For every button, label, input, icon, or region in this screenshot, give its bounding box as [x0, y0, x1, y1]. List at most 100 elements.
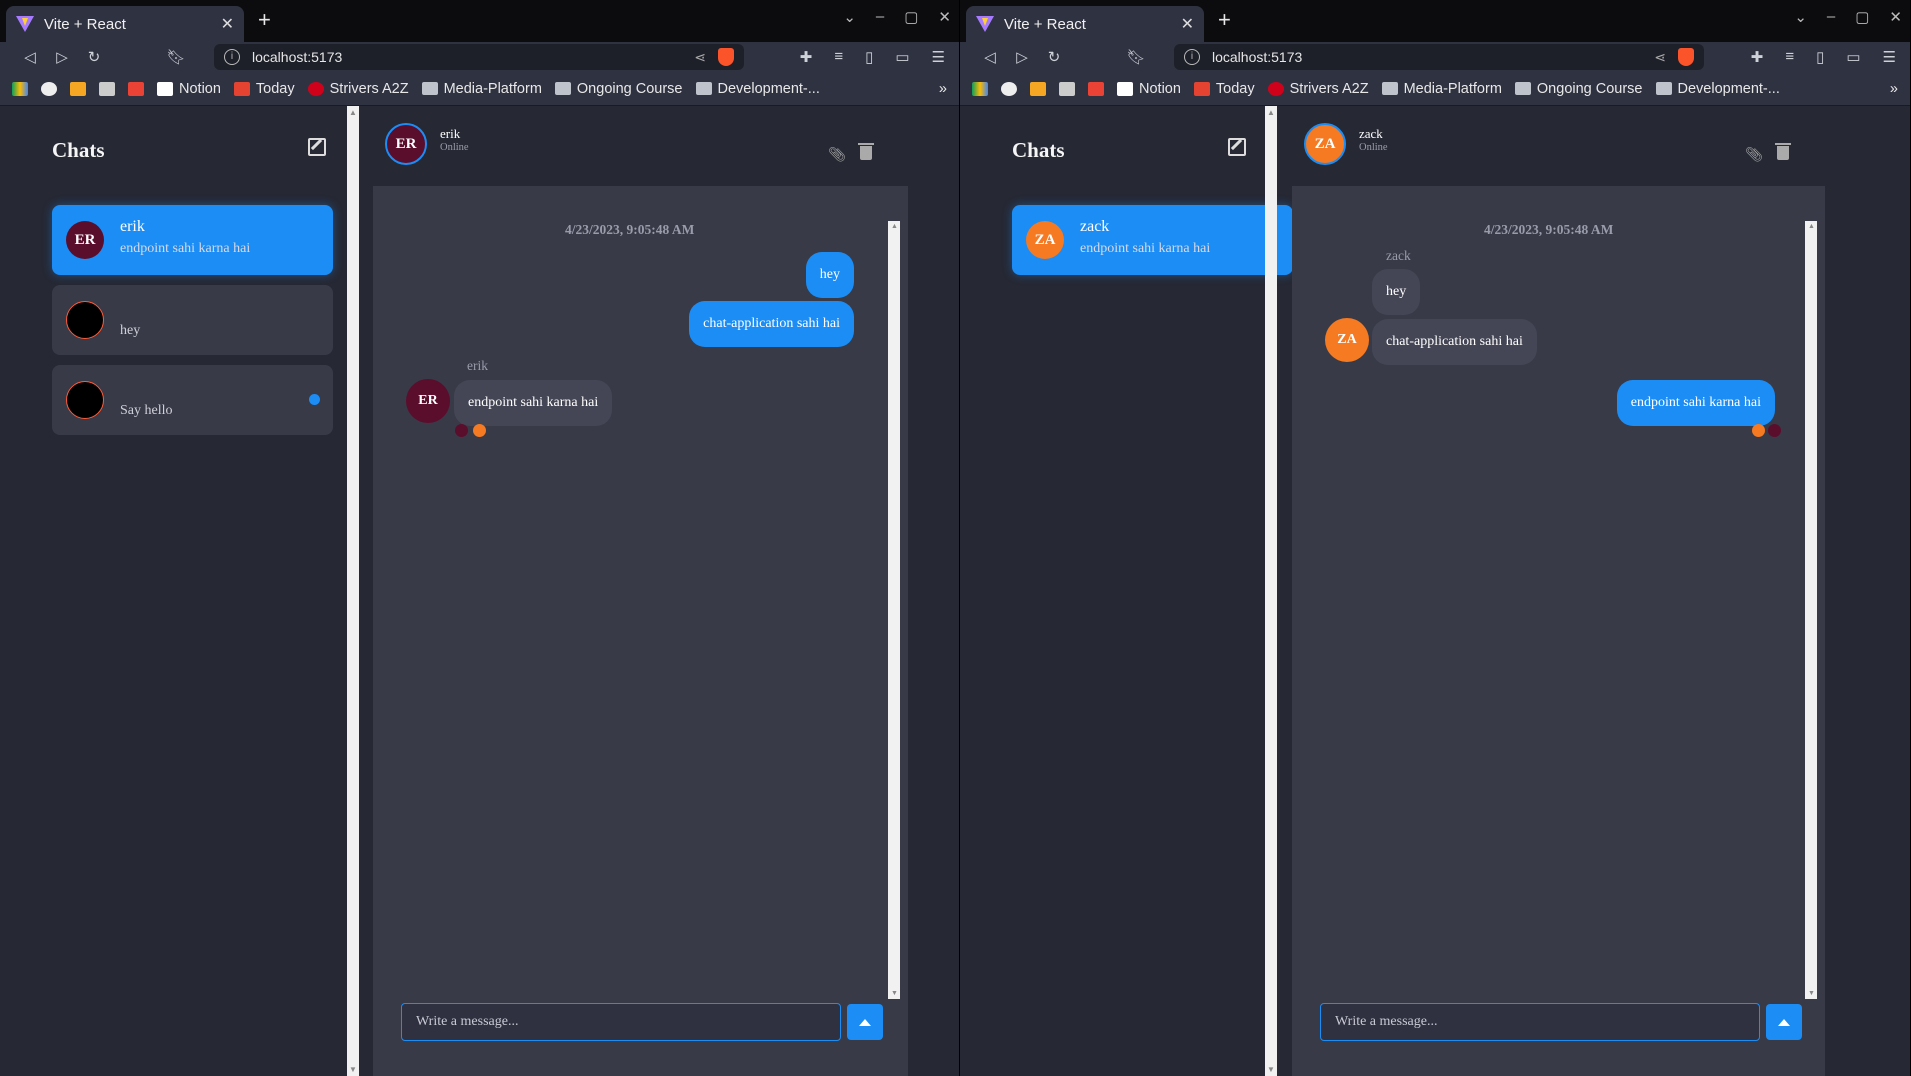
paperclip-icon[interactable]: 📎︎	[1745, 146, 1763, 163]
maximize-icon[interactable]: ▢	[904, 8, 918, 26]
close-window-icon[interactable]: ✕	[1889, 8, 1902, 26]
bookmark-notion[interactable]: Notion	[157, 81, 221, 97]
scroll-down-icon[interactable]: ▼	[1808, 990, 1815, 997]
drive-icon[interactable]	[972, 81, 988, 96]
share-icon[interactable]: ⋖	[694, 49, 706, 66]
trash-icon[interactable]	[1775, 143, 1791, 160]
site-info-icon[interactable]: i	[224, 49, 240, 65]
bookmark-development[interactable]: Development-...	[1655, 81, 1780, 97]
scroll-down-icon[interactable]: ▼	[349, 1065, 357, 1074]
cc-icon[interactable]	[99, 81, 115, 96]
forward-icon[interactable]: ▷	[46, 48, 78, 66]
send-button[interactable]	[1766, 1004, 1802, 1040]
message-avatar: ER	[406, 379, 450, 423]
scroll-down-icon[interactable]: ▼	[1267, 1065, 1275, 1074]
new-tab-button[interactable]: +	[1218, 9, 1231, 31]
github-icon[interactable]	[41, 81, 57, 96]
browser-tab[interactable]: Vite + React ✕	[966, 6, 1204, 42]
site-info-icon[interactable]: i	[1184, 49, 1200, 65]
bookmark-icon[interactable]: 🔖︎	[160, 48, 192, 66]
avatar	[66, 301, 104, 339]
forward-icon[interactable]: ▷	[1006, 48, 1038, 66]
bookmark-strivers[interactable]: Strivers A2Z	[307, 81, 409, 97]
drive-icon[interactable]	[12, 81, 28, 96]
page-scrollbar[interactable]: ▲ ▼	[1265, 106, 1277, 1076]
brave-shields-icon[interactable]	[1678, 48, 1694, 66]
message-bubble-outgoing: endpoint sahi karna hai	[1616, 380, 1775, 426]
github-icon[interactable]	[1001, 81, 1017, 96]
conversation-item[interactable]: ZA zack endpoint sahi karna hai	[1012, 205, 1293, 275]
message-input[interactable]	[401, 1003, 841, 1041]
paperclip-icon[interactable]: 📎︎	[828, 146, 846, 163]
tab-list-icon[interactable]: ⌄	[1794, 8, 1807, 26]
back-icon[interactable]: ◁	[14, 48, 46, 66]
scroll-up-icon[interactable]: ▲	[1267, 108, 1275, 117]
close-window-icon[interactable]: ✕	[938, 8, 951, 26]
bookmark-media-platform[interactable]: Media-Platform	[421, 81, 542, 97]
playlist-icon[interactable]: ≡	[834, 48, 843, 66]
bookmarks-bar: Notion Today Strivers A2Z Media-Platform…	[960, 72, 1910, 106]
brave-shields-icon[interactable]	[718, 48, 734, 66]
bookmark-today[interactable]: Today	[233, 81, 295, 97]
maximize-icon[interactable]: ▢	[1855, 8, 1869, 26]
reload-icon[interactable]: ↻	[78, 48, 110, 66]
minimize-icon[interactable]: –	[876, 8, 884, 26]
wallet-icon[interactable]: ▭	[1846, 48, 1860, 66]
address-bar[interactable]: i localhost:5173 ⋖	[1174, 44, 1704, 70]
bookmark-media-platform[interactable]: Media-Platform	[1381, 81, 1502, 97]
browser-tab[interactable]: Vite + React ✕	[6, 6, 244, 42]
codechef-icon[interactable]	[70, 81, 86, 96]
bookmark-ongoing-course[interactable]: Ongoing Course	[554, 81, 683, 97]
chat-app: Chats ER erik endpoint sahi karna hai he…	[0, 106, 959, 1076]
extensions-icon[interactable]: ✚	[1751, 48, 1764, 66]
tab-list-icon[interactable]: ⌄	[843, 8, 856, 26]
scroll-up-icon[interactable]: ▲	[1808, 223, 1815, 230]
compose-icon[interactable]	[1228, 138, 1246, 156]
conversation-item[interactable]: hey	[52, 285, 333, 355]
bookmark-strivers[interactable]: Strivers A2Z	[1267, 81, 1369, 97]
messages-scrollbar[interactable]: ▲ ▼	[1805, 221, 1817, 999]
close-tab-icon[interactable]: ✕	[1181, 14, 1194, 34]
compose-icon[interactable]	[308, 138, 326, 156]
reload-icon[interactable]: ↻	[1038, 48, 1070, 66]
close-tab-icon[interactable]: ✕	[221, 14, 234, 34]
scroll-up-icon[interactable]: ▲	[891, 223, 898, 230]
minimize-icon[interactable]: –	[1827, 8, 1835, 26]
messages-scrollbar[interactable]: ▲ ▼	[888, 221, 900, 999]
bookmark-icon[interactable]: 🔖︎	[1120, 48, 1152, 66]
scroll-up-icon[interactable]: ▲	[349, 108, 357, 117]
menu-icon[interactable]: ☰	[1883, 48, 1896, 66]
gmail-icon[interactable]	[128, 81, 144, 96]
bookmark-ongoing-course[interactable]: Ongoing Course	[1514, 81, 1643, 97]
bookmark-today[interactable]: Today	[1193, 81, 1255, 97]
bookmark-notion[interactable]: Notion	[1117, 81, 1181, 97]
extensions-icon[interactable]: ✚	[800, 48, 813, 66]
new-tab-button[interactable]: +	[258, 9, 271, 31]
bookmark-development[interactable]: Development-...	[695, 81, 820, 97]
browser-toolbar: ◁ ▷ ↻ 🔖︎ i localhost:5173 ⋖ ✚ ≡ ▯ ▭ ☰	[960, 42, 1910, 72]
message-input[interactable]	[1320, 1003, 1760, 1041]
sidebar-icon[interactable]: ▯	[865, 48, 873, 66]
page-scrollbar[interactable]: ▲ ▼	[347, 106, 359, 1076]
menu-icon[interactable]: ☰	[932, 48, 945, 66]
address-bar[interactable]: i localhost:5173 ⋖	[214, 44, 744, 70]
notion-icon	[1117, 81, 1133, 96]
more-bookmarks-icon[interactable]: »	[1890, 81, 1898, 97]
folder-icon	[554, 82, 571, 95]
conversation-item[interactable]: Say hello	[52, 365, 333, 435]
sidebar-icon[interactable]: ▯	[1816, 48, 1824, 66]
header-status: Online	[1359, 142, 1388, 153]
codechef-icon[interactable]	[1030, 81, 1046, 96]
scroll-down-icon[interactable]: ▼	[891, 990, 898, 997]
back-icon[interactable]: ◁	[974, 48, 1006, 66]
cc-icon[interactable]	[1059, 81, 1075, 96]
chat-app: Chats ZA zack endpoint sahi karna hai ▲ …	[960, 106, 1910, 1076]
trash-icon[interactable]	[858, 143, 874, 160]
wallet-icon[interactable]: ▭	[895, 48, 909, 66]
send-button[interactable]	[847, 1004, 883, 1040]
gmail-icon[interactable]	[1088, 81, 1104, 96]
playlist-icon[interactable]: ≡	[1785, 48, 1794, 66]
conversation-item[interactable]: ER erik endpoint sahi karna hai	[52, 205, 333, 275]
more-bookmarks-icon[interactable]: »	[939, 81, 947, 97]
share-icon[interactable]: ⋖	[1654, 49, 1666, 66]
